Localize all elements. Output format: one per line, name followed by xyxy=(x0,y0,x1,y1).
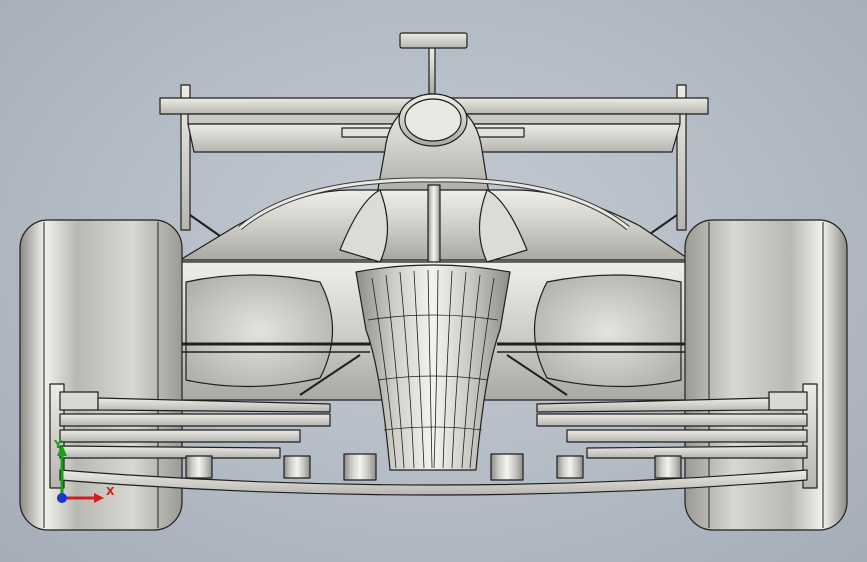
axis-triad: X Y xyxy=(53,438,114,503)
race-car-model[interactable] xyxy=(0,0,867,562)
sidepod-inlet-left xyxy=(185,274,333,388)
airbox-inner xyxy=(404,98,462,142)
front-wing-flap-right-2 xyxy=(536,413,808,427)
x-axis-label: X xyxy=(106,485,114,498)
top-wing-element xyxy=(399,32,468,49)
z-axis-point xyxy=(57,493,67,503)
nose-cone xyxy=(355,264,511,471)
front-wing-flap-right-3 xyxy=(566,429,808,443)
cad-viewport[interactable]: X Y xyxy=(0,0,867,562)
sidepod-inlet-right xyxy=(534,274,682,388)
halo-pillar xyxy=(427,184,441,271)
wing-pylon xyxy=(428,45,436,95)
y-axis-label: Y xyxy=(53,438,63,451)
front-wing-flap-left-2 xyxy=(59,413,331,427)
